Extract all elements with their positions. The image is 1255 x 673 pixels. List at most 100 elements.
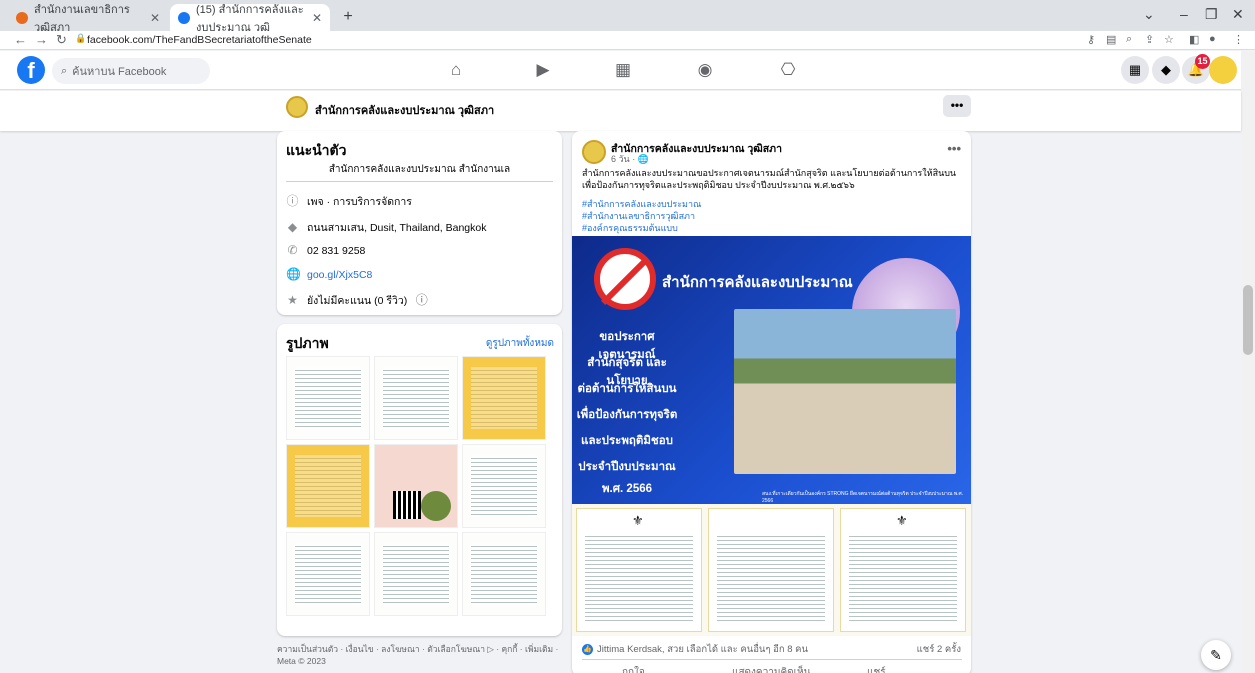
hashtag-link[interactable]: #องค์กรคุณธรรมต้นแบบ [582, 221, 678, 235]
address-row: ◆ ถนนสามเสน, Dusit, Thailand, Bangkok [286, 219, 487, 236]
divider [286, 181, 553, 182]
banner-line: พ.ศ. 2566 [601, 483, 653, 495]
photo-thumbnail[interactable] [374, 532, 458, 616]
phone-row: ✆ 02 831 9258 [286, 244, 365, 257]
gaming-icon[interactable]: ⎔ [776, 60, 800, 80]
photo-thumbnail[interactable] [374, 444, 458, 528]
photo-thumbnail[interactable] [462, 356, 546, 440]
garuda-emblem-icon: ⚜ [896, 513, 908, 528]
restore-icon[interactable]: ❐ [1205, 6, 1218, 23]
site-favicon-icon [16, 11, 28, 24]
url-field[interactable]: facebook.com/TheFandBSecretariatoftheSen… [87, 34, 312, 46]
minimize-icon[interactable]: – [1180, 6, 1188, 22]
zoom-icon[interactable]: ⌕ [1126, 33, 1132, 46]
banner-line: เพื่อป้องกันการทุจริต [576, 409, 678, 421]
photo-thumbnail[interactable] [286, 532, 370, 616]
close-tab-icon[interactable]: ✕ [150, 11, 160, 25]
new-message-button[interactable]: ✎ [1201, 640, 1231, 670]
facebook-favicon-icon [178, 11, 190, 24]
info-icon[interactable]: ⓘ [415, 294, 428, 307]
close-window-icon[interactable]: ✕ [1232, 6, 1244, 23]
photo-thumbnail[interactable] [286, 444, 370, 528]
post-text: สำนักการคลังและงบประมาณขอประกาศเจตนารมณ์… [582, 168, 957, 190]
forward-icon[interactable]: → [35, 32, 48, 47]
post-timestamp[interactable]: 6 วัน · 🌐 [611, 152, 649, 166]
sidepanel-icon[interactable]: ◧ [1189, 33, 1199, 46]
photos-card: รูปภาพ ดูรูปภาพทั้งหมด [277, 324, 562, 636]
search-input[interactable]: ⌕ ค้นหาบน Facebook [52, 58, 210, 84]
no-bribery-icon [594, 248, 656, 310]
post-actions: ถูกใจ แสดงความคิดเห็น แชร์ [582, 659, 962, 673]
bookmark-star-icon[interactable]: ☆ [1164, 33, 1174, 46]
browser-tab-active[interactable]: (15) สำนักการคลังและงบประมาณ วุฒิ ✕ [170, 4, 330, 34]
document-page[interactable] [708, 508, 834, 632]
post-more-icon[interactable]: ••• [947, 141, 961, 156]
rating-text: ยังไม่มีคะแนน (0 รีวิว) [307, 295, 408, 307]
search-icon: ⌕ [61, 64, 68, 77]
garuda-emblem-icon: ⚜ [632, 513, 644, 528]
website-row: 🌐 goo.gl/Xjx5C8 [286, 268, 372, 281]
group-photo [734, 309, 956, 474]
facebook-top-nav: f ⌕ ค้นหาบน Facebook ⌂ ▶ ▦ ◉ ⎔ ▦ ◆ 🔔 15 [0, 51, 1241, 90]
share-button[interactable]: แชร์ [867, 665, 886, 673]
banner-line: ประจำปีงบประมาณ [578, 461, 676, 473]
like-button[interactable]: ถูกใจ [622, 665, 645, 673]
see-all-photos-link[interactable]: ดูรูปภาพทั้งหมด [486, 336, 554, 351]
photo-thumbnail[interactable] [462, 532, 546, 616]
browser-tab-bar: สำนักงานเลขาธิการวุฒิสภา ✕ (15) สำนักการ… [0, 0, 1255, 34]
profile-icon[interactable]: ● [1209, 33, 1216, 45]
page-header-bar: สำนักการคลังและงบประมาณ วุฒิสภา ••• [0, 91, 1241, 131]
watch-icon[interactable]: ▶ [531, 60, 555, 80]
groups-icon[interactable]: ◉ [693, 60, 717, 80]
facebook-logo-icon[interactable]: f [17, 56, 45, 84]
post-banner-image[interactable]: สำนักการคลังและงบประมาณ ขอประกาศเจตนารมณ… [572, 236, 971, 504]
category-row: ⓘ เพจ · การบริการจัดการ [286, 193, 411, 210]
document-page[interactable]: ⚜ [576, 508, 702, 632]
photo-thumbnail[interactable] [462, 444, 546, 528]
address-bar: ← → ↻ 🔒 facebook.com/TheFandBSecretariat… [0, 31, 1255, 50]
messenger-icon[interactable]: ◆ [1152, 56, 1180, 84]
intro-title: แนะนำตัว [286, 142, 347, 158]
post-document-images[interactable]: ⚜ ⚜ [572, 504, 971, 636]
page-name[interactable]: สำนักการคลังและงบประมาณ วุฒิสภา [315, 101, 494, 119]
menu-grid-icon[interactable]: ▦ [1121, 56, 1149, 84]
close-tab-icon[interactable]: ✕ [312, 11, 322, 25]
address-text: ถนนสามเสน, Dusit, Thailand, Bangkok [307, 222, 487, 234]
post-author-avatar[interactable] [582, 140, 606, 164]
scrollbar-track[interactable] [1241, 51, 1255, 673]
tab-search-chevron-icon[interactable]: ⌄ [1143, 6, 1155, 23]
key-icon[interactable]: ⚷ [1087, 33, 1095, 46]
reactions-summary[interactable]: 👍 Jittima Kerdsak, สวย เลือกได้ และ คนอื… [582, 642, 808, 657]
intro-card: แนะนำตัว สำนักการคลังและงบประมาณ สำนักงา… [277, 131, 562, 315]
account-avatar[interactable] [1209, 56, 1237, 84]
globe-icon: 🌐 [286, 267, 301, 281]
info-icon: ⓘ [286, 194, 299, 208]
website-link[interactable]: goo.gl/Xjx5C8 [307, 269, 372, 281]
browser-tab[interactable]: สำนักงานเลขาธิการวุฒิสภา ✕ [8, 4, 168, 34]
document-page[interactable]: ⚜ [840, 508, 966, 632]
banner-line: ต่อต้านการให้สินบน [577, 383, 677, 395]
marketplace-icon[interactable]: ▦ [611, 60, 635, 80]
banner-title: สำนักการคลังและงบประมาณ [662, 274, 853, 291]
home-icon[interactable]: ⌂ [444, 60, 468, 80]
share-count[interactable]: แชร์ 2 ครั้ง [917, 642, 961, 657]
photos-title: รูปภาพ [286, 335, 329, 351]
more-options-button[interactable]: ••• [943, 95, 971, 117]
photo-thumbnail[interactable] [374, 356, 458, 440]
phone-icon: ✆ [287, 243, 298, 257]
footer-links[interactable]: ความเป็นส่วนตัว · เงื่อนไข · ลงโฆษณา · ต… [277, 642, 577, 666]
photo-thumbnail[interactable] [286, 356, 370, 440]
back-icon[interactable]: ← [14, 32, 27, 47]
new-tab-button[interactable]: + [338, 7, 358, 27]
reload-icon[interactable]: ↻ [56, 32, 67, 48]
page-avatar[interactable] [286, 96, 308, 118]
comment-button[interactable]: แสดงความคิดเห็น [732, 665, 810, 673]
share-icon[interactable]: ⇪ [1145, 33, 1154, 46]
post-card: สำนักการคลังและงบประมาณ วุฒิสภา 6 วัน · … [572, 131, 971, 673]
browser-menu-icon[interactable]: ⋮ [1233, 33, 1244, 46]
translate-icon[interactable]: ▤ [1106, 33, 1116, 46]
lock-icon: 🔒 [75, 33, 87, 43]
rating-row: ★ ยังไม่มีคะแนน (0 รีวิว) ⓘ [286, 292, 428, 309]
scrollbar-thumb[interactable] [1243, 285, 1253, 355]
banner-line: และประพฤติมิชอบ [581, 435, 673, 447]
